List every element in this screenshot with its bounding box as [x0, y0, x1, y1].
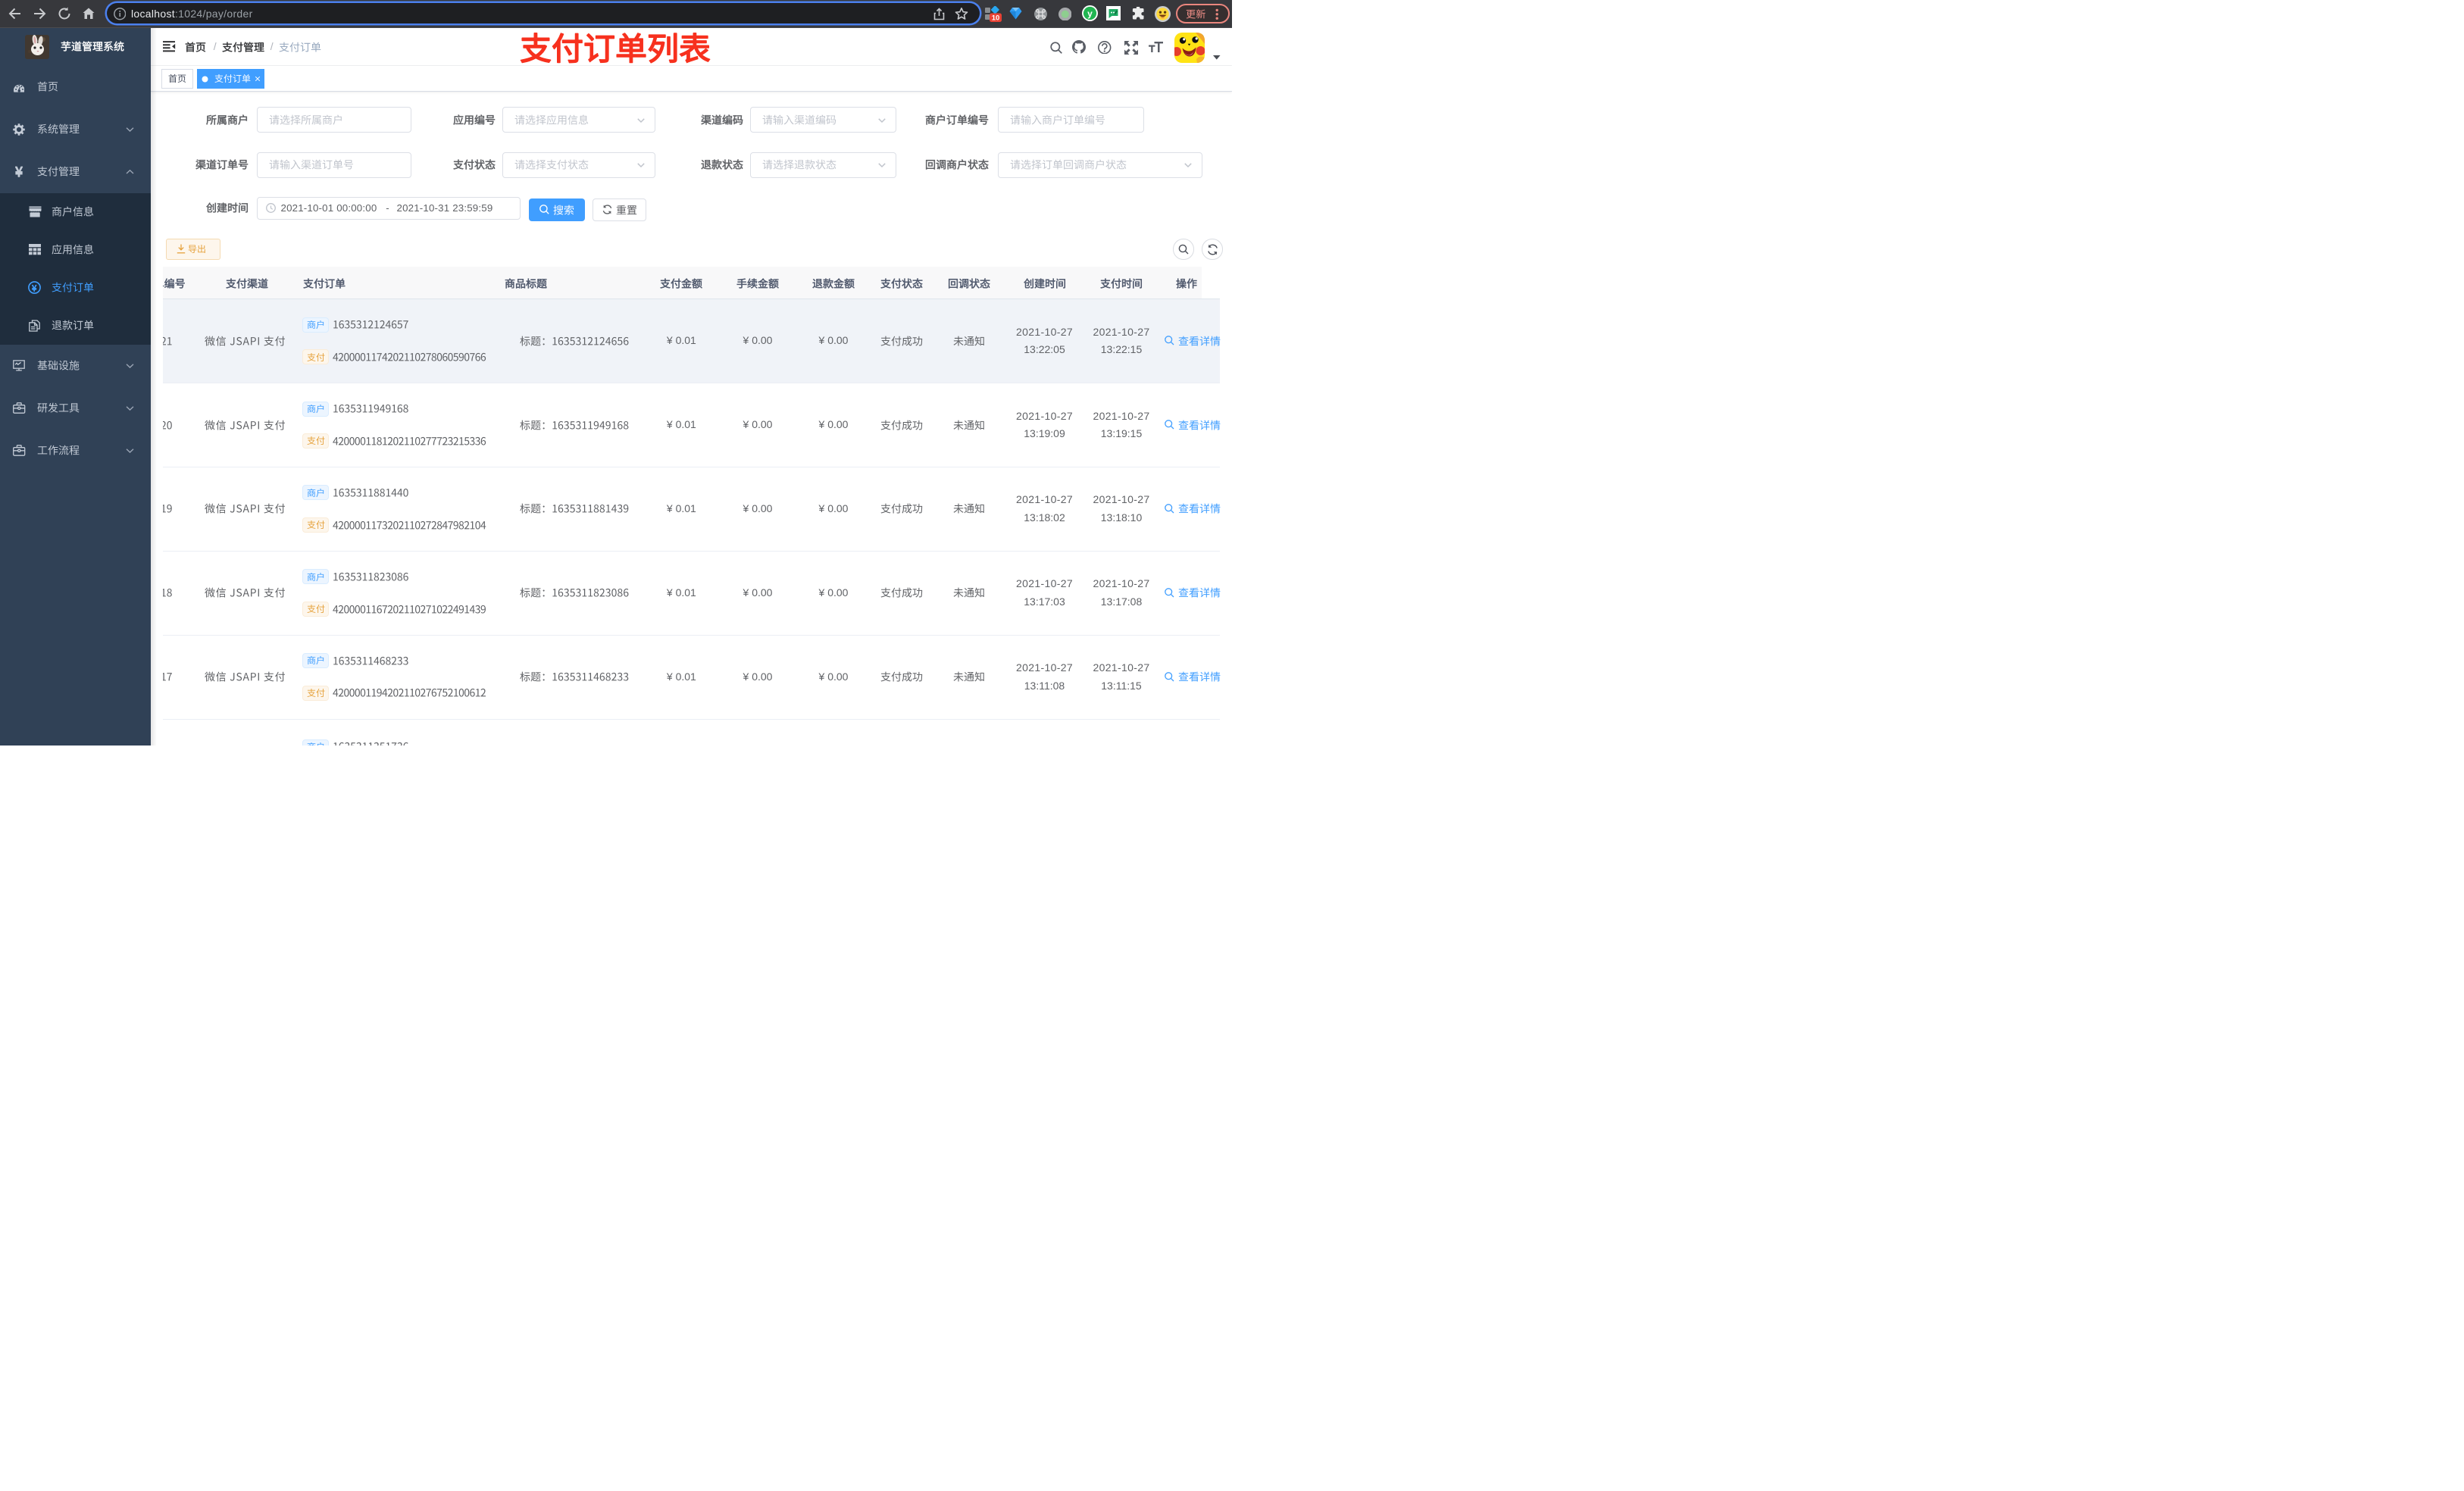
svg-text:10: 10 — [992, 14, 1000, 22]
svg-text:y: y — [1087, 8, 1093, 19]
